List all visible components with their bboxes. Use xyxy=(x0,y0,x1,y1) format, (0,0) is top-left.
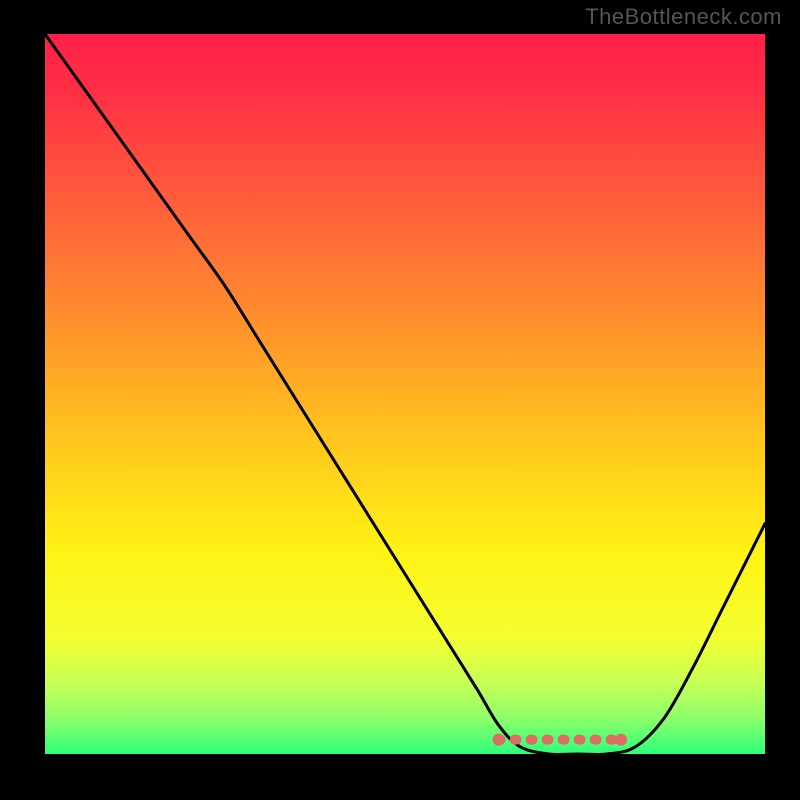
optimal-range-endcap xyxy=(615,734,627,746)
watermark-text: TheBottleneck.com xyxy=(585,4,782,30)
plot-area xyxy=(45,34,765,754)
chart-frame: TheBottleneck.com xyxy=(0,0,800,800)
bottleneck-chart xyxy=(45,34,765,754)
gradient-background xyxy=(45,34,765,754)
optimal-range-endcap xyxy=(493,734,505,746)
